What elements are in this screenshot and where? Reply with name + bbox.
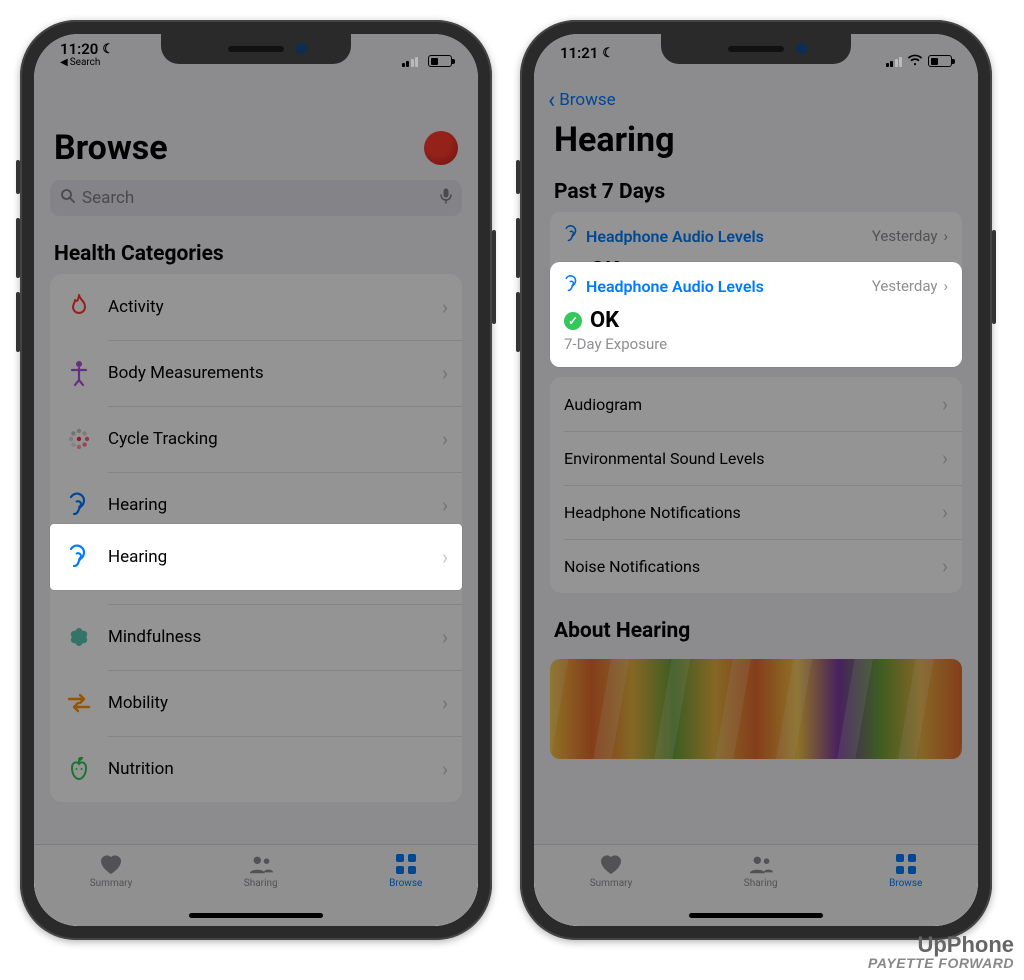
cycle-icon [64, 424, 94, 454]
tab-summary[interactable]: Summary [90, 853, 133, 926]
ear-icon [564, 224, 580, 248]
page-title: Browse [54, 128, 168, 168]
exposure-label: 7-Day Exposure [564, 335, 948, 353]
headphone-when: Yesterday [872, 277, 938, 295]
battery-icon [928, 55, 952, 67]
status-ok: OK [590, 308, 619, 333]
category-body-measurements[interactable]: Body Measurements › [50, 340, 462, 406]
category-mindfulness[interactable]: Mindfulness › [50, 604, 462, 670]
phone-left: 11:20☾ ◀Search Browse [20, 20, 492, 940]
no-data-list: Audiogram› Environmental Sound Levels› H… [550, 377, 962, 593]
notch [661, 34, 851, 64]
mic-icon[interactable] [440, 188, 452, 208]
about-hearing-banner[interactable] [550, 659, 962, 759]
grid-icon [893, 853, 919, 875]
apple-icon [64, 754, 94, 784]
chevron-right-icon: › [942, 500, 948, 524]
search-icon [60, 188, 76, 208]
people-icon [248, 853, 274, 875]
chevron-right-icon: › [442, 757, 448, 781]
chevron-right-icon: › [442, 691, 448, 715]
chevron-right-icon: › [442, 493, 448, 517]
home-indicator[interactable] [689, 913, 823, 918]
mobility-icon [64, 688, 94, 718]
grid-icon [393, 853, 419, 875]
do-not-disturb-icon: ☾ [102, 43, 114, 57]
ear-icon [564, 274, 580, 298]
item-headphone-notifications[interactable]: Headphone Notifications› [550, 485, 962, 539]
cell-signal-icon [402, 56, 419, 67]
item-environmental-sound-levels[interactable]: Environmental Sound Levels› [550, 431, 962, 485]
tab-browse[interactable]: Browse [889, 853, 922, 926]
ear-icon [64, 490, 94, 520]
home-indicator[interactable] [189, 913, 323, 918]
people-icon [748, 853, 774, 875]
profile-avatar[interactable] [424, 131, 458, 165]
chevron-right-icon: › [442, 361, 448, 385]
chevron-right-icon: › [942, 446, 948, 470]
body-icon [64, 358, 94, 388]
notch [161, 34, 351, 64]
item-noise-notifications[interactable]: Noise Notifications› [550, 539, 962, 593]
breadcrumb-back[interactable]: ◀Search [60, 58, 114, 69]
chevron-right-icon: › [943, 277, 948, 295]
ear-icon [64, 542, 94, 572]
item-audiogram[interactable]: Audiogram› [550, 377, 962, 431]
flame-icon [64, 292, 94, 322]
search-placeholder: Search [82, 188, 434, 208]
headphone-title: Headphone Audio Levels [586, 277, 764, 296]
chevron-left-icon: ◀ [60, 58, 68, 69]
tab-browse[interactable]: Browse [389, 853, 422, 926]
chevron-left-icon: ‹ [548, 93, 555, 107]
category-activity[interactable]: Activity › [50, 274, 462, 340]
category-hearing-highlight[interactable]: Hearing › [50, 524, 462, 590]
heart-fill-icon [98, 853, 124, 875]
category-mobility[interactable]: Mobility › [50, 670, 462, 736]
section-health-categories: Health Categories [34, 216, 478, 274]
category-cycle-tracking[interactable]: Cycle Tracking › [50, 406, 462, 472]
status-time: 11:20 [60, 42, 98, 58]
watermark: UpPhone PAYETTE FORWARD [868, 933, 1014, 971]
page-title: Hearing [534, 110, 978, 166]
heart-fill-icon [598, 853, 624, 875]
back-button[interactable]: ‹ Browse [534, 84, 978, 110]
section-about-hearing: About Hearing [534, 593, 978, 651]
do-not-disturb-icon: ☾ [602, 47, 614, 61]
tab-summary[interactable]: Summary [590, 853, 633, 926]
phone-right: 11:21 ☾ ‹ Browse Hearing Past 7 Days [520, 20, 992, 940]
chevron-right-icon: › [442, 295, 448, 319]
chevron-right-icon: › [442, 545, 448, 569]
mindfulness-icon [64, 622, 94, 652]
section-past-7-days: Past 7 Days [534, 166, 978, 212]
status-time: 11:21 [560, 46, 598, 62]
chevron-right-icon: › [942, 392, 948, 416]
cell-signal-icon [886, 56, 903, 67]
battery-icon [428, 55, 452, 67]
wifi-icon [907, 52, 923, 70]
search-input[interactable]: Search [50, 180, 462, 216]
headphone-card-highlight[interactable]: Headphone Audio Levels Yesterday › ✓ OK … [550, 262, 962, 367]
chevron-right-icon: › [943, 227, 948, 245]
chevron-right-icon: › [442, 625, 448, 649]
chevron-right-icon: › [942, 554, 948, 578]
check-icon: ✓ [564, 312, 582, 330]
category-nutrition[interactable]: Nutrition › [50, 736, 462, 802]
chevron-right-icon: › [442, 427, 448, 451]
